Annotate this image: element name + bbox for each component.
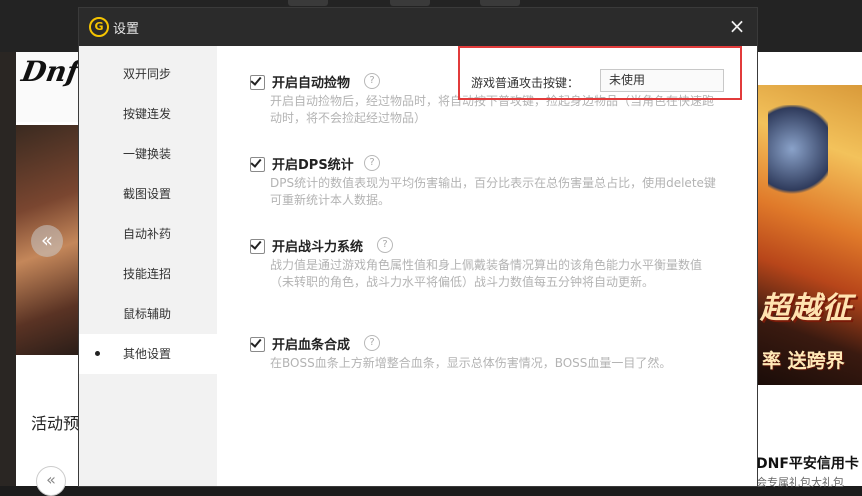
check-icon: [250, 74, 262, 86]
option-description: 在BOSS血条上方新增整合血条，显示总体伤害情况，BOSS血量一目了然。: [270, 356, 672, 370]
sidebar-item-label: 其他设置: [123, 347, 172, 361]
sidebar-item-mouse-assist[interactable]: 鼠标辅助: [79, 294, 217, 334]
dialog-title: 设置: [113, 22, 140, 37]
help-icon[interactable]: ?: [364, 335, 380, 351]
sidebar-item-auto-potion[interactable]: 自动补药: [79, 214, 217, 254]
game-logo: Dnf: [19, 55, 82, 88]
sidebar-item-label: 按键连发: [123, 107, 172, 121]
option-label: 开启DPS统计: [272, 158, 354, 173]
app-logo-icon: G: [89, 17, 109, 37]
background-tab-handle: [480, 0, 520, 6]
sidebar-item-label: 双开同步: [123, 67, 172, 81]
check-icon: [250, 156, 262, 168]
settings-sidebar: 双开同步 按键连发 一键换装 截图设置 自动补药 技能连招 鼠标辅助 其他设置: [79, 46, 217, 486]
background-banner-right[interactable]: [756, 85, 862, 385]
dps-stats-checkbox[interactable]: [250, 156, 265, 172]
sidebar-item-key-repeat[interactable]: 按键连发: [79, 94, 217, 134]
background-left-strip: [0, 52, 16, 486]
sidebar-item-label: 自动补药: [123, 227, 172, 241]
list-prev-icon[interactable]: «: [36, 466, 66, 496]
check-icon: [250, 336, 262, 348]
option-description: DPS统计的数值表现为平均伤害输出，百分比表示在总伤害量总占比，使用delete…: [270, 176, 716, 207]
sidebar-item-label: 一键换装: [123, 147, 172, 161]
news-title[interactable]: DNF平安信用卡: [756, 453, 859, 473]
sidebar-item-label: 技能连招: [123, 267, 172, 281]
active-bullet-icon: [95, 351, 100, 356]
auto-pickup-checkbox[interactable]: [250, 74, 265, 90]
option-label: 开启战斗力系统: [272, 240, 364, 255]
activity-preview-label: 活动预: [31, 414, 80, 433]
option-description: 战力值是通过游戏角色属性值和身上佩戴装备情况算出的该角色能力水平衡量数值（未转职…: [270, 258, 703, 289]
sidebar-item-skill-combo[interactable]: 技能连招: [79, 254, 217, 294]
promo-subline: 率 送跨界: [762, 350, 845, 372]
sidebar-item-label: 截图设置: [123, 187, 172, 201]
dialog-titlebar[interactable]: G 设置 ×: [79, 8, 757, 46]
option-dps-stats: 开启DPS统计 ? DPS统计的数值表现为平均伤害输出，百分比表示在总伤害量总占…: [250, 154, 730, 207]
option-label: 开启血条合成: [272, 338, 351, 353]
help-icon[interactable]: ?: [364, 155, 380, 171]
sidebar-item-multi-open-sync[interactable]: 双开同步: [79, 54, 217, 94]
news-subtitle: 会专属礼包大礼包: [756, 476, 844, 489]
help-icon[interactable]: ?: [377, 237, 393, 253]
sidebar-item-label: 鼠标辅助: [123, 307, 172, 321]
background-tab-handle: [288, 0, 328, 6]
carousel-prev-icon[interactable]: «: [31, 225, 63, 257]
option-health-bar-merge: 开启血条合成 ? 在BOSS血条上方新增整合血条，显示总体伤害情况，BOSS血量…: [250, 334, 730, 370]
promo-headline: 超越征: [760, 291, 853, 326]
check-icon: [250, 238, 262, 250]
attack-hotkey-label: 游戏普通攻击按键：: [471, 76, 580, 90]
option-combat-power: 开启战斗力系统 ? 战力值是通过游戏角色属性值和身上佩戴装备情况算出的该角色能力…: [250, 236, 730, 289]
sidebar-item-screenshot[interactable]: 截图设置: [79, 174, 217, 214]
sidebar-item-quick-equip[interactable]: 一键换装: [79, 134, 217, 174]
settings-content: 开启自动捡物 ? 开启自动捡物后，经过物品时，将自动按下普攻键，捡起身边物品（当…: [217, 46, 757, 486]
sidebar-item-other-settings[interactable]: 其他设置: [79, 334, 217, 374]
combat-power-checkbox[interactable]: [250, 238, 265, 254]
help-icon[interactable]: ?: [364, 73, 380, 89]
attack-hotkey-input[interactable]: 未使用: [600, 69, 724, 92]
option-label: 开启自动捡物: [272, 76, 351, 91]
settings-dialog: G 设置 × 双开同步 按键连发 一键换装 截图设置 自动补药 技能连招 鼠标辅…: [79, 8, 757, 486]
background-tab-handle: [390, 0, 430, 6]
health-bar-merge-checkbox[interactable]: [250, 336, 265, 352]
close-icon[interactable]: ×: [725, 14, 749, 38]
